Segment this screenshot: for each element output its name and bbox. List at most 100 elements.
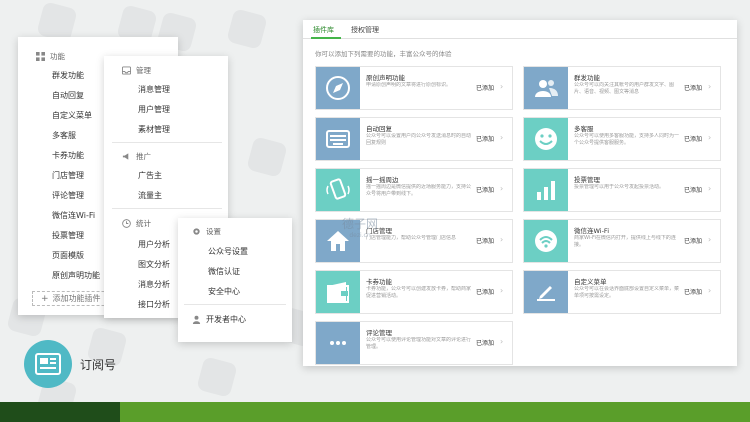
menu-item-user-manage[interactable]: 用户管理 [138, 104, 170, 115]
plugin-status: 已添加 [476, 187, 495, 194]
plugin-status: 已添加 [684, 238, 703, 245]
menu-item-advertiser[interactable]: 广告主 [138, 170, 162, 181]
clock-icon [122, 219, 131, 228]
manage-header-label: 管理 [136, 66, 151, 75]
plugin-title: 微信连Wi-Fi [574, 227, 610, 235]
tab-authorization[interactable]: 授权管理 [351, 25, 379, 35]
chevron-right-icon[interactable]: › [708, 286, 711, 295]
stats-header-label: 统计 [136, 219, 151, 228]
plugin-title: 群发功能 [574, 74, 600, 82]
megaphone-icon [122, 153, 129, 160]
plugin-library-window: 插件库 授权管理 你可以添加下列需要的功能，丰富公众号的体验 原创声明功能 申请原… [303, 20, 737, 366]
function-header-label: 功能 [50, 52, 65, 61]
plugin-title: 投票管理 [574, 176, 600, 184]
watermark-text: 德子网 [341, 217, 378, 231]
plugin-description: 公众号可以在会话界面底部设置自定义菜单，菜单项可按需设定。 [574, 286, 680, 299]
menu-item-wechat-verify[interactable]: 微信认证 [208, 266, 240, 277]
plugin-description: 商家Wi-Fi在微信内打开，提供线上与线下的连接。 [574, 235, 676, 248]
menu-item-user-analysis[interactable]: 用户分析 [138, 239, 170, 250]
chevron-right-icon[interactable]: › [500, 82, 503, 91]
chevron-right-icon[interactable]: › [708, 82, 711, 91]
developer-center-label: 开发者中心 [206, 315, 246, 324]
smile-icon [524, 118, 568, 160]
comment-icon [316, 322, 360, 364]
plugin-card[interactable]: 多客服 公众号可以使用多客服功能，支持多人同时为一个公众号提供客服服务。 已添加 › [523, 117, 721, 161]
plugin-card[interactable]: 群发功能 公众号可以向关注其帐号的用户群发文字、图片、语音、视频、图文等消息 已添加… [523, 66, 721, 110]
plugin-description: 摇一摇周边是微信提供的近场服务能力，支持公众号将用户带到线下。 [366, 184, 472, 197]
menu-item-card-coupon[interactable]: 卡券功能 [52, 150, 84, 161]
menu-item-store-manage[interactable]: 门店管理 [52, 170, 84, 181]
active-tab-indicator [311, 37, 341, 39]
promo-header-label: 推广 [136, 152, 151, 161]
plugin-title: 摇一摇周边 [366, 176, 399, 184]
plugin-status: 已添加 [476, 289, 495, 296]
plugin-card[interactable]: 自动回复 公众号可以设置用户向公众号发送消息时的自动回复规则 已添加 › [315, 117, 513, 161]
plugin-status: 已添加 [684, 289, 703, 296]
plugin-description: 公众号可以向关注其帐号的用户群发文字、图片、语音、视频、图文等消息 [574, 82, 675, 95]
plugin-status: 已添加 [684, 136, 703, 143]
menu-item-auto-reply[interactable]: 自动回复 [52, 90, 84, 101]
divider [184, 304, 286, 305]
chevron-right-icon[interactable]: › [708, 235, 711, 244]
bar-chart-icon [524, 169, 568, 211]
menu-item-comment-manage[interactable]: 评论管理 [52, 190, 84, 201]
gear-icon [193, 228, 200, 235]
plugin-card[interactable]: 自定义菜单 公众号可以在会话界面底部设置自定义菜单，菜单项可按需设定。 已添加 › [523, 270, 721, 314]
plugin-status: 已添加 [684, 85, 703, 92]
menu-item-mass-send[interactable]: 群发功能 [52, 70, 84, 81]
menu-item-original-declare[interactable]: 原创声明功能 [52, 270, 100, 281]
developer-center-item[interactable]: 开发者中心 [192, 314, 246, 325]
chevron-right-icon[interactable]: › [708, 133, 711, 142]
menu-item-api-analysis[interactable]: 接口分析 [138, 299, 170, 310]
menu-item-message-analysis[interactable]: 消息分析 [138, 279, 170, 290]
chevron-right-icon[interactable]: › [708, 184, 711, 193]
plugin-description: 公众号可以设置用户向公众号发送消息时的自动回复规则 [366, 133, 472, 146]
menu-item-vote-manage[interactable]: 投票管理 [52, 230, 84, 241]
phone-shake-icon [316, 169, 360, 211]
chevron-right-icon[interactable]: › [500, 235, 503, 244]
menu-item-publisher[interactable]: 流量主 [138, 190, 162, 201]
divider [112, 208, 222, 209]
chevron-right-icon[interactable]: › [500, 337, 503, 346]
plugin-title: 自动回复 [366, 125, 392, 133]
tab-plugin-library[interactable]: 插件库 [313, 25, 334, 35]
add-plugin-label: 添加功能插件 [52, 294, 101, 303]
watermark: 德子网 dezi.cn [330, 215, 390, 239]
menu-item-article-analysis[interactable]: 图文分析 [138, 259, 170, 270]
menu-item-customer-service[interactable]: 多客服 [52, 130, 76, 141]
plugin-card[interactable]: 评论管理 公众号可以使用评论管理功能对文章的评论进行管理。 已添加 › [315, 321, 513, 365]
plugin-status: 已添加 [684, 187, 703, 194]
subscription-label: 订阅号 [80, 358, 117, 372]
settings-section-header: 设置 [192, 226, 221, 237]
stats-section-header: 统计 [122, 218, 151, 229]
plugin-card[interactable]: 微信连Wi-Fi 商家Wi-Fi在微信内打开，提供线上与线下的连接。 已添加 › [523, 219, 721, 263]
menu-item-page-template[interactable]: 页面模版 [52, 250, 84, 261]
chevron-right-icon[interactable]: › [500, 184, 503, 193]
menu-item-custom-menu[interactable]: 自定义菜单 [52, 110, 92, 121]
intro-text: 你可以添加下列需要的功能，丰富公众号的体验 [315, 50, 452, 58]
grid-icon [36, 52, 45, 61]
menu-item-security-center[interactable]: 安全中心 [208, 286, 240, 297]
menu-item-message-manage[interactable]: 消息管理 [138, 84, 170, 95]
plugin-card[interactable]: 原创声明功能 申请原创声明的文章将进行原创标识。 已添加 › [315, 66, 513, 110]
plugin-card[interactable]: 卡券功能 卡券功能，公众号可以创建发放卡券，帮助商家促进营销活动。 已添加 › [315, 270, 513, 314]
promo-section-header: 推广 [122, 151, 151, 162]
plugin-description: 投票管理可以用于公众号发起投票活动。 [574, 184, 665, 190]
menu-item-material-manage[interactable]: 素材管理 [138, 124, 170, 135]
plugin-status: 已添加 [476, 85, 495, 92]
plugin-card[interactable]: 摇一摇周边 摇一摇周边是微信提供的近场服务能力，支持公众号将用户带到线下。 已添加 › [315, 168, 513, 212]
menu-item-wifi[interactable]: 微信连Wi-Fi [52, 210, 95, 221]
chevron-right-icon[interactable]: › [500, 133, 503, 142]
chevron-right-icon[interactable]: › [500, 286, 503, 295]
wifi-icon [524, 220, 568, 262]
divider [112, 142, 222, 143]
plugin-description: 申请原创声明的文章将进行原创标识。 [366, 82, 452, 88]
plugin-description: 卡券功能，公众号可以创建发放卡券，帮助商家促进营销活动。 [366, 286, 472, 299]
keyboard-icon [316, 118, 360, 160]
plugin-description: 公众号可以使用多客服功能，支持多人同时为一个公众号提供客服服务。 [574, 133, 680, 146]
plugin-card[interactable]: 投票管理 投票管理可以用于公众号发起投票活动。已添加 › [523, 168, 721, 212]
menu-item-account-settings[interactable]: 公众号设置 [208, 246, 248, 257]
users-icon [524, 67, 568, 109]
edit-icon [524, 271, 568, 313]
plugin-title: 评论管理 [366, 329, 392, 337]
